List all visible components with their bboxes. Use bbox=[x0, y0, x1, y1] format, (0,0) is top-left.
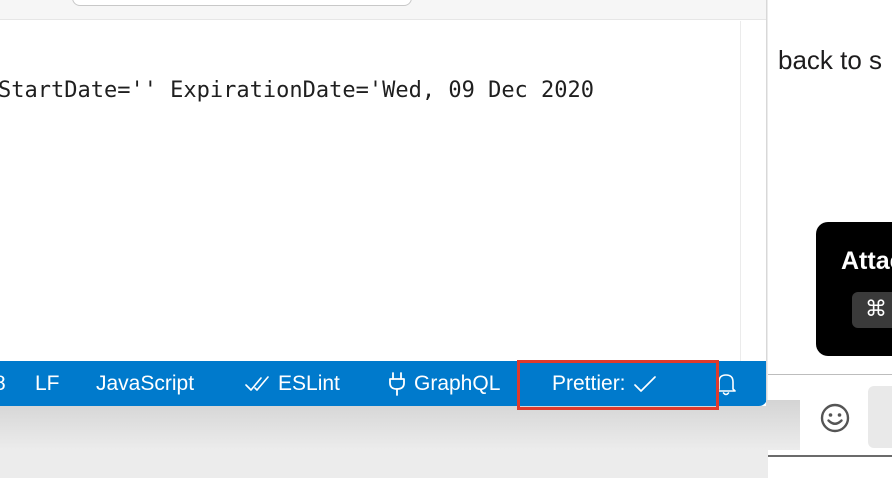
attach-icon[interactable] bbox=[868, 386, 892, 448]
code-line[interactable]: StartDate='' ExpirationDate='Wed, 09 Dec… bbox=[0, 78, 594, 103]
tooltip-title: Attac bbox=[841, 247, 892, 275]
double-check-icon bbox=[244, 374, 272, 394]
status-notifications[interactable] bbox=[714, 361, 738, 406]
attach-tooltip: Attac ⌘ bbox=[816, 222, 892, 356]
composer-border bbox=[768, 455, 892, 457]
status-item-partial[interactable]: 8 bbox=[0, 361, 6, 406]
composer-divider bbox=[768, 374, 892, 375]
tooltip-shortcut-key: ⌘ bbox=[852, 292, 892, 328]
plug-icon bbox=[386, 371, 408, 397]
editor-window-shadow bbox=[0, 400, 800, 450]
status-prettier-label: Prettier: bbox=[552, 372, 626, 395]
status-prettier[interactable]: Prettier: bbox=[552, 361, 658, 406]
editor-scrollbar[interactable] bbox=[740, 21, 766, 361]
command-center-search[interactable] bbox=[72, 0, 412, 6]
check-icon bbox=[632, 374, 658, 394]
status-eslint-label: ESLint bbox=[278, 372, 340, 395]
status-graphql[interactable]: GraphQL bbox=[386, 361, 500, 406]
status-language-mode[interactable]: JavaScript bbox=[96, 361, 194, 406]
status-eol-label: LF bbox=[35, 372, 60, 395]
status-eslint[interactable]: ESLint bbox=[244, 361, 340, 406]
status-graphql-label: GraphQL bbox=[414, 372, 501, 395]
status-language-label: JavaScript bbox=[96, 372, 195, 395]
bell-icon bbox=[714, 371, 738, 397]
emoji-icon[interactable] bbox=[818, 401, 852, 435]
status-partial-label: 8 bbox=[0, 361, 6, 406]
status-end-of-line[interactable]: LF bbox=[35, 361, 60, 406]
code-editor[interactable]: StartDate='' ExpirationDate='Wed, 09 Dec… bbox=[0, 21, 740, 361]
status-bar: 8 LF JavaScript ESLint bbox=[0, 361, 766, 406]
editor-window: StartDate='' ExpirationDate='Wed, 09 Dec… bbox=[0, 0, 767, 406]
editor-title-bar bbox=[0, 0, 766, 20]
chat-message-text: back to s bbox=[778, 45, 883, 75]
